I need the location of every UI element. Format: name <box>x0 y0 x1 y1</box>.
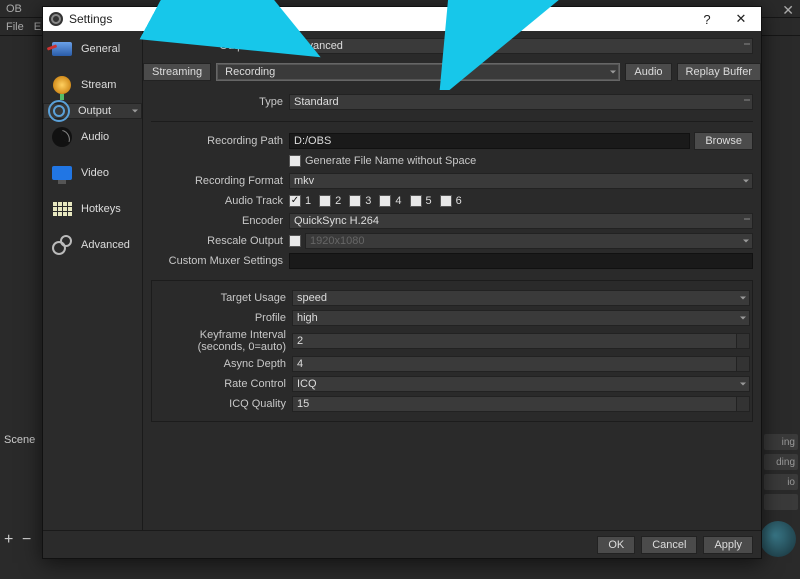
help-button[interactable]: ? <box>693 12 721 27</box>
settings-dialog: Settings ? ✕ General Stream Output Audio <box>42 6 762 559</box>
audio-icon <box>51 126 73 148</box>
obs-icon <box>49 12 63 26</box>
track-num: 5 <box>426 195 432 207</box>
control-item[interactable]: io <box>764 474 798 490</box>
profile-label: Profile <box>154 312 292 324</box>
track-num: 4 <box>395 195 401 207</box>
obs-close-icon[interactable]: ✕ <box>782 2 794 19</box>
brand-logo <box>760 521 796 557</box>
track-5-checkbox[interactable] <box>410 195 422 207</box>
rate-control-select[interactable]: ICQ <box>292 376 750 392</box>
track-num: 3 <box>365 195 371 207</box>
sidebar-item-hotkeys[interactable]: Hotkeys <box>43 191 142 227</box>
muxer-input[interactable] <box>289 253 753 269</box>
settings-sidebar: General Stream Output Audio Video Hotkey… <box>43 31 143 530</box>
icq-quality-label: ICQ Quality <box>154 398 292 410</box>
output-tabs: Streaming Recording Audio Replay Buffer <box>143 63 761 81</box>
control-item[interactable]: ding <box>764 454 798 470</box>
icq-quality-input[interactable]: 15 <box>292 396 750 412</box>
sidebar-item-label: Advanced <box>81 239 130 251</box>
menu-edit[interactable]: E <box>34 21 41 33</box>
scene-add-button[interactable]: + <box>4 531 13 549</box>
async-depth-label: Async Depth <box>154 358 292 370</box>
sidebar-item-label: Output <box>78 105 111 117</box>
controls-panel: ing ding io <box>764 434 798 514</box>
sidebar-item-video[interactable]: Video <box>43 155 142 191</box>
nospace-checkbox[interactable] <box>289 155 301 167</box>
track-3-checkbox[interactable] <box>349 195 361 207</box>
track-num: 6 <box>456 195 462 207</box>
sidebar-item-label: Stream <box>81 79 116 91</box>
encoder-settings-group: Target Usage speed Profile high Keyframe… <box>151 280 753 422</box>
sidebar-item-output[interactable]: Output <box>43 103 142 119</box>
track-1-checkbox[interactable] <box>289 195 301 207</box>
dialog-footer: OK Cancel Apply <box>43 530 761 558</box>
sidebar-item-general[interactable]: General <box>43 31 142 67</box>
rescale-checkbox[interactable] <box>289 235 301 247</box>
sidebar-item-label: Video <box>81 167 109 179</box>
browse-button[interactable]: Browse <box>694 132 753 150</box>
audio-track-label: Audio Track <box>151 195 289 207</box>
recording-path-label: Recording Path <box>151 135 289 147</box>
target-usage-label: Target Usage <box>154 292 292 304</box>
close-button[interactable]: ✕ <box>727 11 755 27</box>
keyframe-input[interactable]: 2 <box>292 333 750 349</box>
tab-audio[interactable]: Audio <box>625 63 671 81</box>
track-num: 2 <box>335 195 341 207</box>
recording-path-input[interactable]: D:/OBS <box>289 133 690 149</box>
encoder-select[interactable]: QuickSync H.264 <box>289 213 753 229</box>
track-num: 1 <box>305 195 311 207</box>
settings-main-panel: Output Mode Advanced Streaming Recording… <box>143 31 761 530</box>
hotkeys-icon <box>51 198 73 220</box>
sidebar-item-advanced[interactable]: Advanced <box>43 227 142 263</box>
dialog-titlebar: Settings ? ✕ <box>43 7 761 31</box>
sidebar-item-audio[interactable]: Audio <box>43 119 142 155</box>
track-6-checkbox[interactable] <box>440 195 452 207</box>
gear-icon <box>51 234 73 256</box>
tab-recording[interactable]: Recording <box>216 63 620 81</box>
dialog-title: Settings <box>69 12 112 26</box>
rescale-label: Rescale Output <box>151 235 289 247</box>
tab-replay-buffer[interactable]: Replay Buffer <box>677 63 761 81</box>
type-label: Type <box>151 96 289 108</box>
rate-control-label: Rate Control <box>154 378 292 390</box>
control-item[interactable] <box>764 494 798 510</box>
tab-streaming[interactable]: Streaming <box>143 63 211 81</box>
sidebar-item-label: Hotkeys <box>81 203 121 215</box>
profile-select[interactable]: high <box>292 310 750 326</box>
muxer-label: Custom Muxer Settings <box>151 255 289 267</box>
cancel-button[interactable]: Cancel <box>641 536 697 554</box>
scene-remove-button[interactable]: − <box>22 531 31 549</box>
menu-file[interactable]: File <box>6 21 24 33</box>
keyframe-label: Keyframe Interval (seconds, 0=auto) <box>154 329 292 353</box>
obs-title: OB <box>6 3 22 15</box>
output-mode-select[interactable]: Advanced <box>289 38 753 54</box>
type-select[interactable]: Standard <box>289 94 753 110</box>
sidebar-item-stream[interactable]: Stream <box>43 67 142 103</box>
track-4-checkbox[interactable] <box>379 195 391 207</box>
encoder-label: Encoder <box>151 215 289 227</box>
control-item[interactable]: ing <box>764 434 798 450</box>
recording-format-label: Recording Format <box>151 175 289 187</box>
recording-format-select[interactable]: mkv <box>289 173 753 189</box>
sidebar-item-label: Audio <box>81 131 109 143</box>
output-icon <box>48 100 70 122</box>
async-depth-input[interactable]: 4 <box>292 356 750 372</box>
target-usage-select[interactable]: speed <box>292 290 750 306</box>
stream-icon <box>51 74 73 96</box>
output-mode-label: Output Mode <box>151 40 289 52</box>
track-2-checkbox[interactable] <box>319 195 331 207</box>
ok-button[interactable]: OK <box>597 536 635 554</box>
video-icon <box>51 162 73 184</box>
rescale-select: 1920x1080 <box>305 233 753 249</box>
general-icon <box>51 38 73 60</box>
scenes-panel-label: Scene <box>4 434 40 450</box>
sidebar-item-label: General <box>81 43 120 55</box>
apply-button[interactable]: Apply <box>703 536 753 554</box>
nospace-label: Generate File Name without Space <box>305 155 476 167</box>
